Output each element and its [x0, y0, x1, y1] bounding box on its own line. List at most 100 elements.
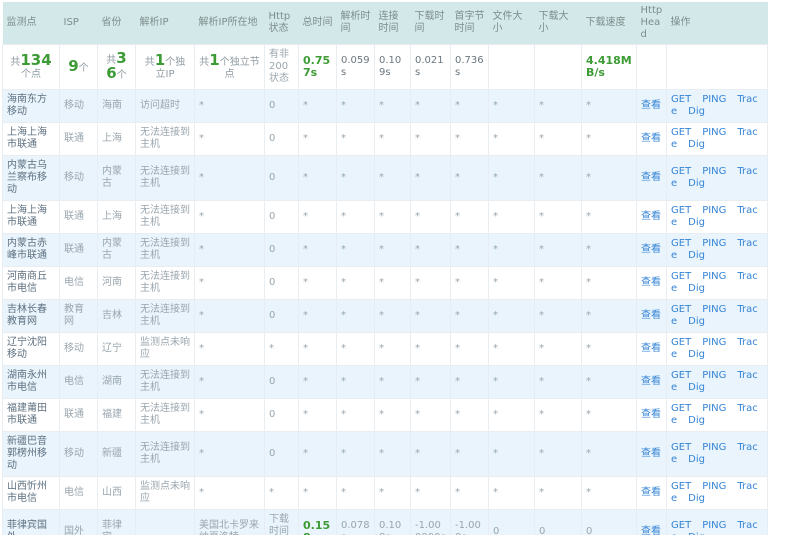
- view-http-head-link[interactable]: 查看: [641, 409, 661, 420]
- ping-link[interactable]: PING: [702, 304, 726, 315]
- summary-http-status: 有非200状态: [264, 44, 299, 90]
- cell-file-size: *: [488, 122, 535, 156]
- ping-link[interactable]: PING: [702, 337, 726, 348]
- get-link[interactable]: GET: [671, 271, 691, 282]
- summary-unique-ip: 共1个独立IP: [135, 44, 195, 90]
- get-link[interactable]: GET: [671, 370, 691, 381]
- cell-connect-time: 0.108s: [374, 509, 411, 535]
- view-http-head-link[interactable]: 查看: [641, 310, 661, 321]
- view-http-head-link[interactable]: 查看: [641, 487, 661, 498]
- cell-first-byte-time: *: [450, 299, 489, 333]
- view-http-head-link[interactable]: 查看: [641, 211, 661, 222]
- get-link[interactable]: GET: [671, 205, 691, 216]
- cell-province: 湖南: [97, 365, 136, 399]
- cell-http-head: 查看: [636, 233, 667, 267]
- cell-ip-location: *: [194, 431, 265, 477]
- cell-http-status: 下载时间异常: [264, 509, 299, 535]
- dig-link[interactable]: Dig: [688, 349, 705, 360]
- dig-link[interactable]: Dig: [688, 382, 705, 393]
- ping-link[interactable]: PING: [702, 205, 726, 216]
- get-link[interactable]: GET: [671, 166, 691, 177]
- summary-province-suffix: 个: [116, 70, 127, 81]
- cell-actions: GETPINGTraceDig: [666, 299, 768, 333]
- cell-download-time: *: [410, 365, 451, 399]
- cell-http-head: 查看: [636, 89, 667, 123]
- cell-total-time: *: [298, 155, 337, 201]
- cell-total-time: *: [298, 332, 337, 366]
- summary-points-prefix: 共: [10, 56, 21, 68]
- ping-link[interactable]: PING: [702, 481, 726, 492]
- cell-first-byte-time: -1.000s: [450, 509, 489, 535]
- col-header-total-time: 总时间: [298, 2, 337, 45]
- get-link[interactable]: GET: [671, 403, 691, 414]
- cell-file-size: *: [488, 365, 535, 399]
- monitor-row: 内蒙古乌兰察布移动 移动 内蒙古 无法连接到主机 * 0 * * * * * *…: [2, 155, 768, 201]
- dig-link[interactable]: Dig: [688, 106, 705, 117]
- cell-ip-location: *: [194, 266, 265, 300]
- view-http-head-link[interactable]: 查看: [641, 100, 661, 111]
- get-link[interactable]: GET: [671, 337, 691, 348]
- view-http-head-link[interactable]: 查看: [641, 343, 661, 354]
- get-link[interactable]: GET: [671, 481, 691, 492]
- ping-link[interactable]: PING: [702, 94, 726, 105]
- cell-first-byte-time: *: [450, 476, 489, 510]
- cell-isp: 移动: [59, 332, 98, 366]
- ping-link[interactable]: PING: [702, 166, 726, 177]
- summary-file-size: [488, 44, 535, 90]
- col-header-dns-time: 解析时间: [336, 2, 375, 45]
- get-link[interactable]: GET: [671, 520, 691, 531]
- ping-link[interactable]: PING: [702, 127, 726, 138]
- get-link[interactable]: GET: [671, 304, 691, 315]
- dig-link[interactable]: Dig: [688, 454, 705, 465]
- view-http-head-link[interactable]: 查看: [641, 244, 661, 255]
- ping-link[interactable]: PING: [702, 442, 726, 453]
- cell-file-size: *: [488, 266, 535, 300]
- cell-resolve-ip: [135, 509, 195, 535]
- ping-link[interactable]: PING: [702, 520, 726, 531]
- cell-actions: GETPINGTraceDig: [666, 398, 768, 432]
- dig-link[interactable]: Dig: [688, 250, 705, 261]
- cell-download-speed: *: [581, 398, 637, 432]
- view-http-head-link[interactable]: 查看: [641, 526, 661, 535]
- get-link[interactable]: GET: [671, 94, 691, 105]
- view-http-head-link[interactable]: 查看: [641, 448, 661, 459]
- dig-link[interactable]: Dig: [688, 139, 705, 150]
- monitor-row: 河南商丘市电信 电信 河南 无法连接到主机 * 0 * * * * * * * …: [2, 266, 768, 300]
- cell-download-size: *: [534, 476, 582, 510]
- view-http-head-link[interactable]: 查看: [641, 376, 661, 387]
- cell-http-head: 查看: [636, 365, 667, 399]
- cell-dns-time: 0.078s: [336, 509, 375, 535]
- cell-first-byte-time: *: [450, 89, 489, 123]
- ping-link[interactable]: PING: [702, 271, 726, 282]
- cell-connect-time: *: [374, 122, 411, 156]
- cell-download-time: *: [410, 476, 451, 510]
- ping-link[interactable]: PING: [702, 370, 726, 381]
- cell-download-speed: 0: [581, 509, 637, 535]
- view-http-head-link[interactable]: 查看: [641, 277, 661, 288]
- dig-link[interactable]: Dig: [688, 316, 705, 327]
- ping-link[interactable]: PING: [702, 238, 726, 249]
- view-http-head-link[interactable]: 查看: [641, 133, 661, 144]
- cell-download-speed: *: [581, 233, 637, 267]
- cell-total-time: *: [298, 476, 337, 510]
- cell-monitor-point: 菲律宾国外: [2, 509, 60, 535]
- dig-link[interactable]: Dig: [688, 415, 705, 426]
- cell-http-head: 查看: [636, 299, 667, 333]
- ping-link[interactable]: PING: [702, 403, 726, 414]
- cell-actions: GETPINGTraceDig: [666, 266, 768, 300]
- cell-download-speed: *: [581, 299, 637, 333]
- cell-total-time: 0.158s: [298, 509, 337, 535]
- cell-actions: GETPINGTraceDig: [666, 476, 768, 510]
- cell-resolve-ip: 访问超时: [135, 89, 195, 123]
- monitor-row: 菲律宾国外 国外 菲律宾 美国北卡罗来纳夏洛特 下载时间异常 0.158s 0.…: [2, 509, 768, 535]
- monitor-row: 内蒙古赤峰市联通 联通 内蒙古 无法连接到主机 * 0 * * * * * * …: [2, 233, 768, 267]
- get-link[interactable]: GET: [671, 127, 691, 138]
- cell-total-time: *: [298, 365, 337, 399]
- dig-link[interactable]: Dig: [688, 178, 705, 189]
- dig-link[interactable]: Dig: [688, 283, 705, 294]
- dig-link[interactable]: Dig: [688, 493, 705, 504]
- view-http-head-link[interactable]: 查看: [641, 172, 661, 183]
- get-link[interactable]: GET: [671, 442, 691, 453]
- get-link[interactable]: GET: [671, 238, 691, 249]
- dig-link[interactable]: Dig: [688, 217, 705, 228]
